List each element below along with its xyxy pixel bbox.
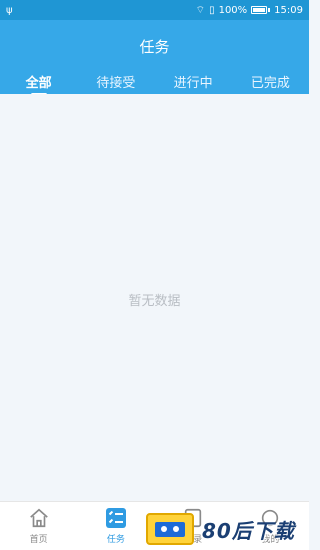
task-list-area: 暂无数据 — [0, 94, 309, 501]
home-icon — [28, 507, 50, 529]
empty-state-text: 暂无数据 — [128, 294, 181, 309]
tab-label: 已完成 — [250, 76, 290, 91]
tab-label: 待接受 — [96, 76, 136, 91]
nav-label: 首页 — [29, 535, 48, 545]
tab-pending[interactable]: 待接受 — [81, 72, 151, 91]
tab-label: 进行中 — [173, 76, 213, 91]
battery-percent: 100% — [218, 4, 248, 16]
tab-in-progress[interactable]: 进行中 — [158, 72, 228, 91]
status-time: 15:09 — [274, 4, 303, 16]
watermark-text: 80后下载 — [202, 518, 295, 543]
battery-tip — [268, 8, 271, 12]
top-header: 任务 全部 待接受 进行中 已完成 — [0, 20, 309, 96]
sim-icon: ▯ — [209, 4, 215, 16]
watermark-logo: 80后下载 — [146, 512, 309, 546]
tab-label: 全部 — [25, 76, 52, 91]
watermark-icon — [146, 513, 194, 545]
task-tabs: 全部 待接受 进行中 已完成 — [0, 72, 309, 96]
usb-icon: ψ — [6, 4, 13, 16]
battery-icon — [251, 6, 268, 14]
nav-home[interactable]: 首页 — [4, 507, 74, 545]
tab-completed[interactable]: 已完成 — [235, 72, 305, 91]
task-icon — [105, 507, 127, 529]
status-left: ψ — [6, 5, 13, 16]
tab-all[interactable]: 全部 — [4, 72, 74, 96]
status-right: ⌔ ▯ 100% 15:09 — [196, 4, 303, 17]
status-bar: ψ ⌔ ▯ 100% 15:09 — [0, 0, 309, 20]
page-title: 任务 — [139, 38, 170, 56]
nav-label: 任务 — [106, 535, 125, 545]
nav-task[interactable]: 任务 — [81, 507, 151, 545]
wifi-icon: ⌔ — [195, 4, 206, 16]
